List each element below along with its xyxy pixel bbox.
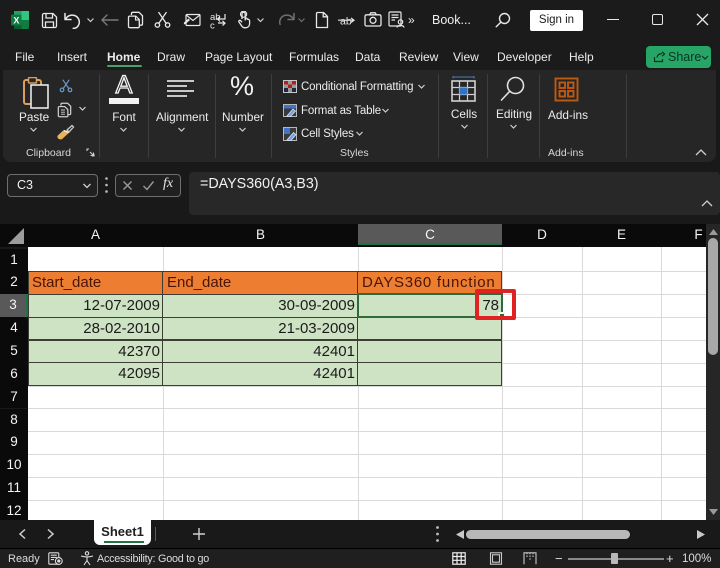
svg-text:ab: ab xyxy=(340,16,352,28)
svg-text:c: c xyxy=(210,21,215,30)
svg-text:X: X xyxy=(13,16,19,26)
